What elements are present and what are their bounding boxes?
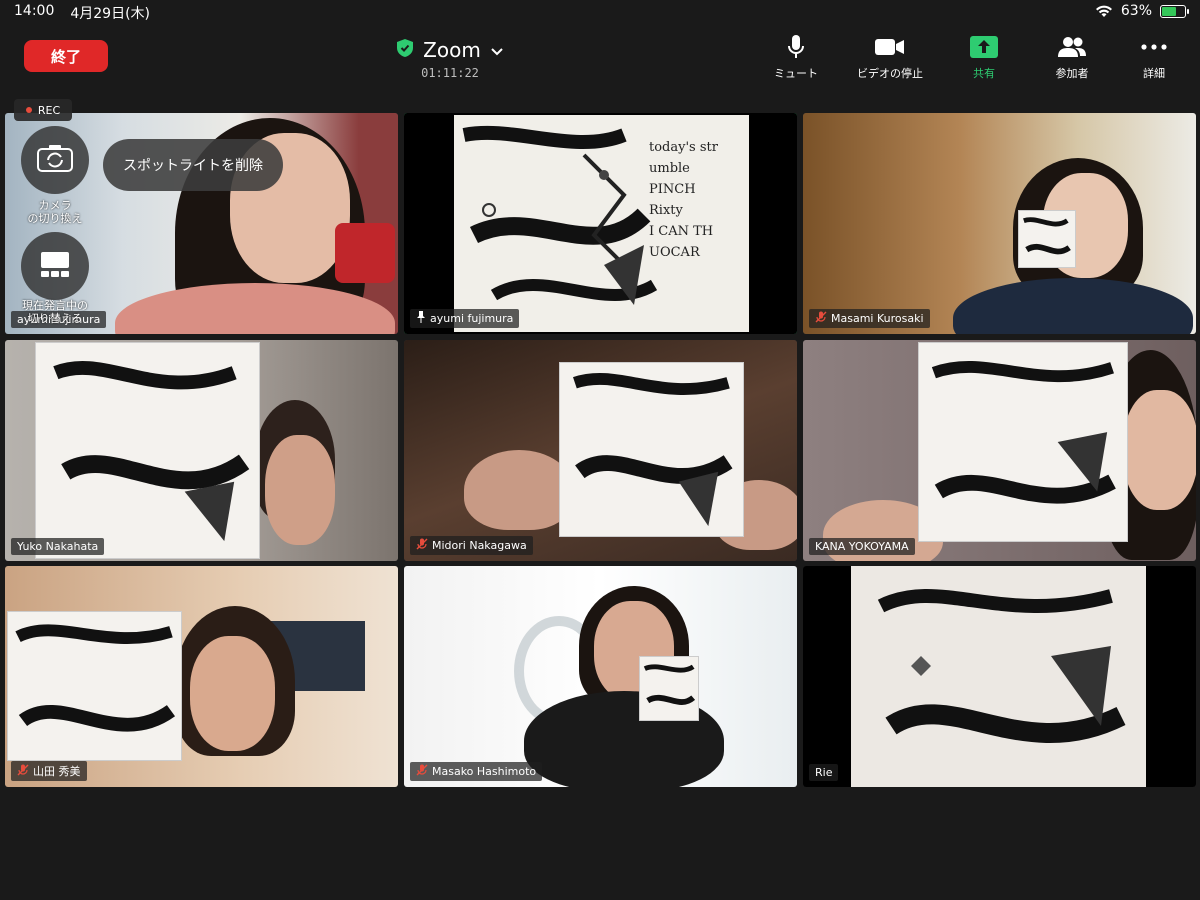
participant-name: 山田 秀美 [33,765,81,778]
video-tile-yuko[interactable]: Yuko Nakahata [5,340,398,561]
video-tile-midori[interactable]: Midori Nakagawa [404,340,797,561]
name-tag: Yuko Nakahata [11,538,105,555]
name-tag: KANA YOKOYAMA [809,538,915,555]
person-face [265,435,335,545]
drawing-card [1018,210,1076,268]
muted-microphone-icon [815,311,827,326]
whiteboard-line: umble [649,161,690,176]
switch-active-speaker-button[interactable] [21,232,89,300]
whiteboard-line: Rixty [649,203,683,218]
muted-microphone-icon [416,538,428,553]
person-face [1123,390,1196,510]
participant-name: Masako Hashimoto [432,765,537,778]
meeting-title-area[interactable]: Zoom 01:11:22 [380,38,520,80]
whiteboard-line: PINCH [649,182,696,197]
status-date: 4月29日(木) [70,6,151,22]
battery-percent: 63% [1120,3,1152,19]
record-dot-icon [25,107,32,113]
red-object [335,223,395,283]
drawing-card [851,566,1146,787]
video-tile-masami[interactable]: Masami Kurosaki [803,113,1196,334]
status-bar: 14:00 4月29日(木) 63% [0,0,1200,24]
video-tile-rie[interactable]: Rie [803,566,1196,787]
muted-microphone-icon [17,764,29,779]
stop-video-button[interactable]: ビデオの停止 [848,34,932,81]
mute-label: ミュート [774,67,818,80]
drawing-card [639,656,699,721]
stop-video-label: ビデオの停止 [857,67,923,80]
name-tag: Masako Hashimoto [410,762,543,781]
speaker-view-icon [39,250,71,282]
video-tile-masako[interactable]: Masako Hashimoto [404,566,797,787]
person-hand [464,450,574,530]
more-button[interactable]: 詳細 [1112,34,1196,81]
participant-name: Masami Kurosaki [831,312,924,325]
mute-button[interactable]: ミュート [754,34,838,81]
video-tile-ayumi-whiteboard[interactable]: today's str umble PINCH Rixty I CAN TH U… [404,113,797,334]
person-face [190,636,275,751]
name-tag: ayumi fujimura [410,309,520,328]
participant-name: ayumi fujimura [430,312,514,325]
share-label: 共有 [973,67,995,80]
whiteboard-notes: today's str umble PINCH Rixty I CAN TH U… [649,137,749,263]
status-time: 14:00 [14,3,55,19]
meeting-timer: 01:11:22 [421,66,479,80]
participants-label: 参加者 [1055,67,1089,80]
participant-name: KANA YOKOYAMA [815,540,909,553]
more-dots-icon [1141,34,1167,60]
battery-icon [1160,4,1189,18]
remove-spotlight-button[interactable]: スポットライトを削除 [103,139,283,191]
whiteboard-line: today's str [649,140,718,155]
participants-icon [1057,34,1087,60]
switch-camera-label: カメラ の切り換え [27,199,83,225]
chevron-down-icon[interactable] [491,41,503,60]
name-tag: 山田 秀美 [11,761,87,781]
name-tag: Midori Nakagawa [410,536,533,555]
wifi-icon [1095,5,1113,18]
drawing-card [559,362,744,537]
microphone-icon [788,34,804,60]
participants-button[interactable]: 参加者 [1030,34,1114,81]
drawing-card [7,611,182,761]
switch-speaker-label: 現在発言中の 切り替える [22,299,88,325]
share-button[interactable]: 共有 [942,34,1026,81]
shield-icon [397,39,414,61]
switch-camera-button[interactable] [21,126,89,194]
participant-name: Rie [815,766,833,779]
name-tag: Rie [809,764,839,781]
recording-label: REC [37,103,61,117]
end-meeting-button[interactable]: 終了 [24,40,108,72]
video-grid: ayumi fujimura today's str umble PINCH R… [5,113,1196,787]
video-camera-icon [875,34,905,60]
video-tile-yamada[interactable]: 山田 秀美 [5,566,398,787]
video-tile-kana[interactable]: KANA YOKOYAMA [803,340,1196,561]
share-screen-icon [970,34,998,60]
drawing-card [35,342,260,559]
participant-name: Midori Nakagawa [432,539,527,552]
recording-badge[interactable]: REC [14,99,72,121]
meeting-title: Zoom [423,38,481,62]
whiteboard-line: I CAN TH [649,224,714,239]
name-tag: Masami Kurosaki [809,309,930,328]
more-label: 詳細 [1143,67,1165,80]
whiteboard-line: UOCAR [649,245,700,260]
pin-icon [416,311,426,326]
camera-switch-icon [37,144,73,176]
participant-name: Yuko Nakahata [17,540,99,553]
muted-microphone-icon [416,764,428,779]
drawing-card [918,342,1128,542]
